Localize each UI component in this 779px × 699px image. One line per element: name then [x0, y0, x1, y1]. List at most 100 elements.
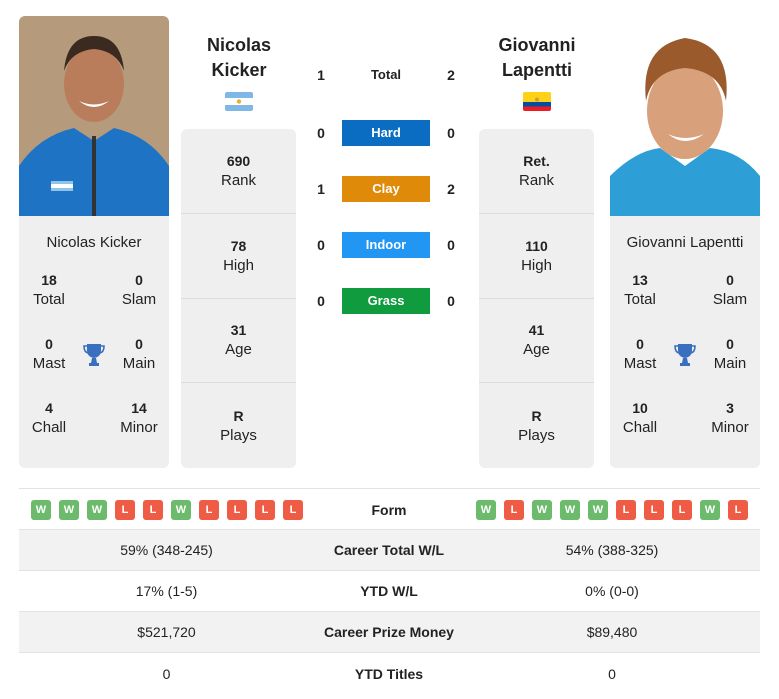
form-badge-win[interactable]: W: [87, 500, 107, 520]
title-label: Minor: [711, 419, 749, 436]
titles-minor: 14 Minor: [109, 398, 169, 462]
player-photo-left[interactable]: [19, 16, 169, 216]
h2h-label: Total: [370, 67, 402, 82]
comparison-row: 17% (1-5) YTD W/L 0% (0-0): [19, 571, 760, 612]
form-badges-right: WLWWWLLLWL: [476, 500, 748, 520]
stat-label: Plays: [220, 426, 257, 444]
title-value: 13: [632, 272, 648, 288]
form-badge-loss[interactable]: L: [143, 500, 163, 520]
title-value: 0: [135, 336, 143, 352]
comparison-row: $521,720 Career Prize Money $89,480: [19, 612, 760, 653]
titles-chall: 10 Chall: [610, 398, 670, 462]
form-badge-loss[interactable]: L: [672, 500, 692, 520]
stat-rank: Ret. Rank: [479, 129, 594, 214]
title-label: Total: [624, 291, 656, 308]
form-badge-loss[interactable]: L: [255, 500, 275, 520]
form-badge-loss[interactable]: L: [616, 500, 636, 520]
comparison-right-value: 54% (388-325): [565, 542, 659, 558]
stat-label: High: [223, 256, 254, 274]
stat-value: 41: [528, 322, 545, 339]
title-value: 10: [632, 400, 648, 416]
h2h-row-indoor[interactable]: 0 Indoor 0: [305, 232, 475, 258]
comparison-row: 59% (348-245) Career Total W/L 54% (388-…: [19, 530, 760, 571]
player-full-name[interactable]: Giovanni Lapentti: [610, 234, 760, 254]
title-value: 0: [45, 336, 53, 352]
form-badge-win[interactable]: W: [560, 500, 580, 520]
player-first-name: Nicolas: [206, 35, 272, 55]
form-badge-loss[interactable]: L: [504, 500, 524, 520]
player-photo-right[interactable]: [610, 16, 760, 216]
stat-label: Plays: [518, 426, 555, 444]
stat-value: 78: [230, 237, 247, 254]
player-last-name: Lapentti: [502, 60, 572, 80]
player-photo-icon: [610, 16, 760, 216]
stat-label: Rank: [220, 171, 257, 189]
h2h-left-count: 0: [317, 237, 325, 253]
titles-mast: 0 Mast: [610, 334, 670, 398]
comparison-left-value: 17% (1-5): [135, 583, 198, 599]
form-badges-left: WWWLLWLLLL: [31, 500, 303, 520]
h2h-row-hard[interactable]: 0 Hard 0: [305, 120, 475, 146]
title-label: Mast: [623, 355, 657, 372]
titles-mast: 0 Mast: [19, 334, 79, 398]
h2h-left-count: 0: [317, 293, 325, 309]
title-label: Chall: [622, 419, 658, 436]
stat-age: 41 Age: [479, 299, 594, 384]
comparison-label: YTD Titles: [354, 665, 424, 682]
surface-badge-clay[interactable]: Clay: [342, 176, 430, 202]
titles-minor: 3 Minor: [700, 398, 760, 462]
stat-plays: R Plays: [181, 383, 296, 468]
form-badge-win[interactable]: W: [31, 500, 51, 520]
form-badge-win[interactable]: W: [171, 500, 191, 520]
form-badge-win[interactable]: W: [588, 500, 608, 520]
titles-card-right: Giovanni Lapentti 13 Total 0 Slam 0 Mast…: [610, 216, 760, 468]
surface-badge-indoor[interactable]: Indoor: [342, 232, 430, 258]
stat-value: Ret.: [523, 152, 550, 169]
titles-total: 13 Total: [610, 270, 670, 334]
form-row: WWWLLWLLLL Form WLWWWLLLWL: [19, 488, 760, 530]
h2h-right-count: 2: [447, 67, 455, 83]
h2h-right-count: 0: [447, 237, 455, 253]
player-stats-right: Ret. Rank 110 High 41 Age R Plays: [479, 129, 594, 468]
form-badge-win[interactable]: W: [700, 500, 720, 520]
h2h-row-total: 1 Total 2: [305, 62, 475, 88]
player-first-name: Giovanni: [498, 35, 576, 55]
title-value: 4: [45, 400, 53, 416]
form-badge-loss[interactable]: L: [227, 500, 247, 520]
ecuador-flag-icon: [523, 92, 551, 111]
stat-value: R: [531, 407, 542, 424]
form-badge-win[interactable]: W: [532, 500, 552, 520]
player-name-left[interactable]: Nicolas Kicker: [181, 33, 297, 83]
trophy-icon: [670, 334, 700, 398]
player-name-right[interactable]: Giovanni Lapentti: [479, 33, 595, 83]
title-value: 0: [135, 272, 143, 288]
title-value: 0: [726, 336, 734, 352]
form-badge-win[interactable]: W: [476, 500, 496, 520]
stat-label: High: [521, 256, 552, 274]
titles-total: 18 Total: [19, 270, 79, 334]
form-badge-loss[interactable]: L: [644, 500, 664, 520]
stat-value: 110: [525, 237, 548, 254]
title-value: 0: [636, 336, 644, 352]
form-badge-loss[interactable]: L: [283, 500, 303, 520]
stat-value: R: [233, 407, 244, 424]
h2h-right-count: 2: [447, 181, 455, 197]
form-badge-loss[interactable]: L: [199, 500, 219, 520]
stat-value: 690: [226, 152, 251, 169]
player-stats-left: 690 Rank 78 High 31 Age R Plays: [181, 129, 296, 468]
comparison-label: YTD W/L: [360, 583, 418, 599]
comparison-right-value: 0% (0-0): [585, 583, 639, 599]
form-badge-win[interactable]: W: [59, 500, 79, 520]
titles-slam: 0 Slam: [109, 270, 169, 334]
surface-badge-hard[interactable]: Hard: [342, 120, 430, 146]
h2h-row-clay[interactable]: 1 Clay 2: [305, 176, 475, 202]
stat-high: 110 High: [479, 214, 594, 299]
form-badge-loss[interactable]: L: [115, 500, 135, 520]
comparison-right-value: $89,480: [586, 624, 638, 640]
argentina-flag-icon: [225, 92, 253, 111]
player-full-name[interactable]: Nicolas Kicker: [19, 234, 169, 254]
surface-badge-grass[interactable]: Grass: [342, 288, 430, 314]
form-label: Form: [371, 502, 407, 518]
form-badge-loss[interactable]: L: [728, 500, 748, 520]
h2h-row-grass[interactable]: 0 Grass 0: [305, 288, 475, 314]
